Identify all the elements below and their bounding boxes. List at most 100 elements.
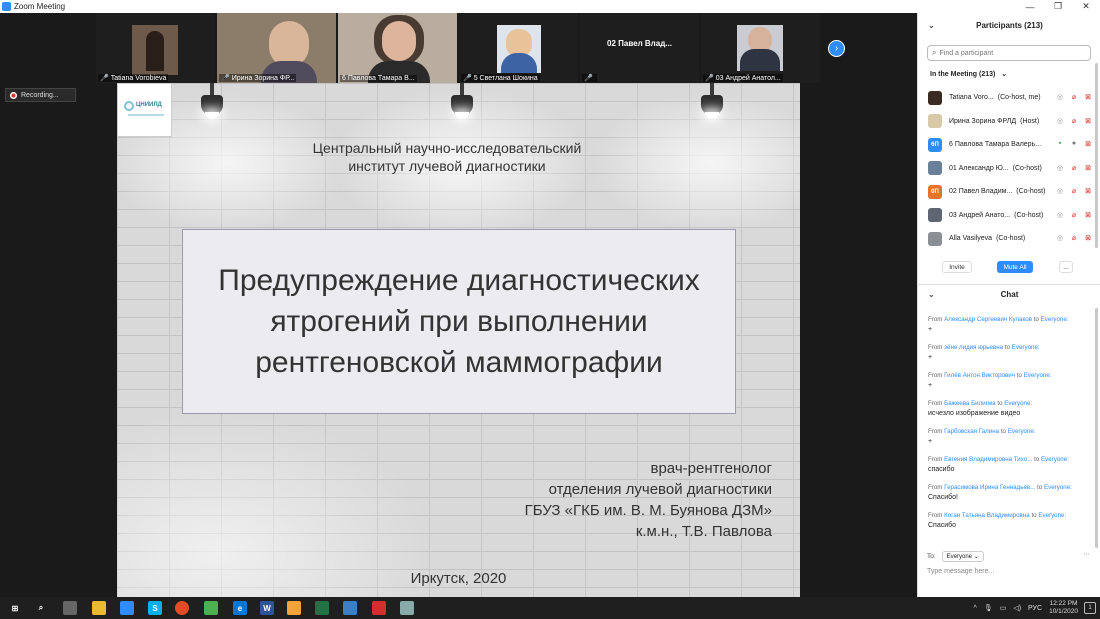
chat-sender[interactable]: зёне лидия юрьевна bbox=[944, 344, 1003, 351]
video-tile[interactable]: 🎤 03 Андрей Анатол... bbox=[701, 13, 820, 83]
participant-name: Ирина Зорина ФРЛД (Host) bbox=[949, 117, 1040, 125]
participant-row[interactable]: Tatiana Voro... (Co-host, me) ◎ ⌀ ⊠ bbox=[918, 86, 1100, 110]
chat-message-input[interactable]: Type message here... bbox=[927, 568, 1092, 575]
chat-text: Спасибо! bbox=[928, 494, 958, 501]
participant-row[interactable]: 6П 6 Павлова Тамара Валерь... ▪ ● ⊠ bbox=[918, 133, 1100, 157]
mute-all-button[interactable]: Mute All bbox=[997, 261, 1033, 273]
file-explorer-icon[interactable] bbox=[92, 601, 106, 615]
chat-text: исчезло изображение видео bbox=[928, 410, 1021, 417]
video-off-icon: ⊠ bbox=[1085, 188, 1091, 195]
chat-scrollbar[interactable] bbox=[1095, 308, 1098, 548]
participant-search-input[interactable]: ⌕ Find a participant bbox=[927, 45, 1091, 61]
skype-icon[interactable]: S bbox=[148, 601, 162, 615]
chat-sender[interactable]: Герасимова Ирина Геннадьев... bbox=[944, 484, 1035, 491]
chat-recipient[interactable]: Everyone bbox=[1008, 428, 1034, 435]
chevron-right-icon: › bbox=[834, 43, 839, 54]
more-options-button[interactable]: ... bbox=[1059, 261, 1073, 273]
chat-message: From Коган Татьяна Владимировна to Every… bbox=[928, 512, 1093, 540]
excel-icon[interactable] bbox=[315, 601, 329, 615]
avatar: 0П bbox=[928, 184, 942, 199]
mic-muted-icon: ⌀ bbox=[1071, 188, 1077, 195]
participant-row[interactable]: 0П 02 Павел Владим... (Co-host) ◎ ⌀ ⊠ bbox=[918, 180, 1100, 204]
chat-recipient[interactable]: Everyone bbox=[1024, 372, 1050, 379]
next-page-button[interactable]: › bbox=[828, 40, 845, 57]
app-icon[interactable] bbox=[400, 601, 414, 615]
lamp-icon bbox=[197, 83, 227, 123]
city-year: Иркутск, 2020 bbox=[410, 570, 507, 587]
chat-recipient[interactable]: Everyone bbox=[1038, 512, 1064, 519]
chat-recipient[interactable]: Everyone bbox=[1041, 456, 1067, 463]
chat-sender[interactable]: Александр Сергеевич Кулаков bbox=[944, 316, 1032, 323]
mic-muted-icon: ⌀ bbox=[1071, 211, 1077, 219]
invite-button[interactable]: Invite bbox=[942, 261, 972, 273]
minimize-icon[interactable]: — bbox=[1016, 0, 1044, 13]
chat-sender[interactable]: Гарбовская Галина bbox=[944, 428, 999, 435]
app-icon[interactable] bbox=[287, 601, 301, 615]
tile-name-large: 02 Павел Влад... bbox=[607, 39, 672, 48]
in-meeting-section[interactable]: In the Meeting (213) ⌄ bbox=[930, 70, 1007, 78]
recording-indicator[interactable]: Recording... bbox=[5, 88, 76, 102]
video-tile[interactable]: 02 Павел Влад... 🎤 bbox=[580, 13, 699, 83]
close-icon[interactable]: ✕ bbox=[1072, 0, 1100, 13]
avatar bbox=[928, 114, 942, 129]
word-icon[interactable]: W bbox=[260, 601, 274, 615]
language-indicator[interactable]: РУС bbox=[1028, 605, 1042, 612]
chat-more-button[interactable]: ··· bbox=[1083, 551, 1090, 558]
chat-recipient[interactable]: Everyone bbox=[1041, 316, 1067, 323]
chat-recipient[interactable]: Everyone bbox=[1012, 344, 1038, 351]
participant-row[interactable]: 03 Андрей Анато... (Co-host) ◎ ⌀ ⊠ bbox=[918, 204, 1100, 228]
video-tile-active[interactable]: 6 Павлова Тамара В... bbox=[338, 13, 457, 83]
maximize-icon[interactable]: ❐ bbox=[1044, 0, 1072, 13]
chat-text: + bbox=[928, 326, 933, 333]
windows-taskbar: ⊞ ⌕ S e W ^ 🎙 ▭ ◁) РУС 12:22 PM 10/1/202… bbox=[0, 597, 1100, 619]
logo-text: ЦНИИЛД bbox=[136, 102, 162, 108]
participants-title: Participants (213) bbox=[976, 20, 1043, 30]
video-tile[interactable]: 🎤 Ирина Зорина ФР... bbox=[217, 13, 336, 83]
participant-row[interactable]: Ирина Зорина ФРЛД (Host) ◎ ⌀ ⊠ bbox=[918, 110, 1100, 134]
chat-recipient[interactable]: Everyone bbox=[1004, 400, 1030, 407]
edge-icon[interactable]: e bbox=[233, 601, 247, 615]
chat-title: Chat bbox=[1000, 289, 1019, 299]
chevron-down-icon[interactable]: ⌄ bbox=[928, 21, 935, 30]
notification-icon[interactable]: 1 bbox=[1084, 602, 1096, 614]
chevron-down-icon[interactable]: ⌄ bbox=[928, 290, 935, 299]
tile-name: 03 Андрей Анатол... bbox=[715, 75, 781, 82]
chat-sender[interactable]: Гилёв Антон Викторович bbox=[944, 372, 1015, 379]
pdf-icon[interactable] bbox=[372, 601, 386, 615]
video-on-icon: ▪ bbox=[1058, 140, 1062, 147]
chat-message-list: From Александр Сергеевич Кулаков to Ever… bbox=[928, 316, 1093, 540]
recipient-select[interactable]: Everyone ⌄ bbox=[941, 551, 984, 562]
participant-row[interactable]: Alla Vasilyeva (Co-host) ◎ ⌀ ⊠ bbox=[918, 227, 1100, 251]
messenger-icon[interactable] bbox=[204, 601, 218, 615]
chat-message: From Александр Сергеевич Кулаков to Ever… bbox=[928, 316, 1093, 344]
clock[interactable]: 12:22 PM 10/1/2020 bbox=[1049, 600, 1078, 616]
chat-recipient[interactable]: Everyone bbox=[1044, 484, 1070, 491]
video-tile[interactable]: 🎤 Tatiana Vorobieva bbox=[96, 13, 215, 83]
chat-sender[interactable]: Бажеева Билигма bbox=[944, 400, 995, 407]
avatar: 6П bbox=[928, 137, 942, 152]
video-off-icon: ⊠ bbox=[1085, 94, 1091, 101]
volume-icon[interactable]: ◁) bbox=[1013, 604, 1021, 612]
chat-text: + bbox=[928, 354, 933, 361]
zoom-icon[interactable] bbox=[120, 601, 134, 615]
microphone-icon[interactable]: 🎙 bbox=[984, 604, 993, 612]
chat-message: From Гарбовская Галина to Everyone: + bbox=[928, 428, 1093, 456]
chrome-icon[interactable] bbox=[175, 601, 189, 615]
participant-row[interactable]: 01 Александр Ю... (Co-host) ◎ ⌀ ⊠ bbox=[918, 157, 1100, 181]
zoom-window: Zoom Meeting — ❐ ✕ 🎤 Tatiana Vorobieva 🎤 И… bbox=[0, 0, 1100, 619]
video-tile[interactable]: 🎤 5 Светлана Шокина bbox=[459, 13, 578, 83]
search-icon[interactable]: ⌕ bbox=[34, 601, 48, 615]
mic-muted-icon: 🎤 bbox=[221, 75, 230, 82]
photos-icon[interactable] bbox=[343, 601, 357, 615]
chat-sender[interactable]: Евгения Владимировна Тихо... bbox=[944, 456, 1032, 463]
chat-message: From Герасимова Ирина Геннадьев... to Ev… bbox=[928, 484, 1093, 512]
chevron-up-icon[interactable]: ^ bbox=[974, 605, 977, 612]
participants-actions: Invite Mute All ... bbox=[918, 261, 1100, 277]
network-icon[interactable]: ▭ bbox=[1000, 604, 1007, 612]
chat-sender[interactable]: Коган Татьяна Владимировна bbox=[944, 512, 1030, 519]
mic-muted-icon: ⌀ bbox=[1071, 94, 1077, 101]
windows-start-icon[interactable]: ⊞ bbox=[8, 601, 22, 615]
app-icon[interactable] bbox=[63, 601, 77, 615]
recording-label: Recording... bbox=[21, 91, 59, 99]
chat-text: + bbox=[928, 438, 933, 445]
